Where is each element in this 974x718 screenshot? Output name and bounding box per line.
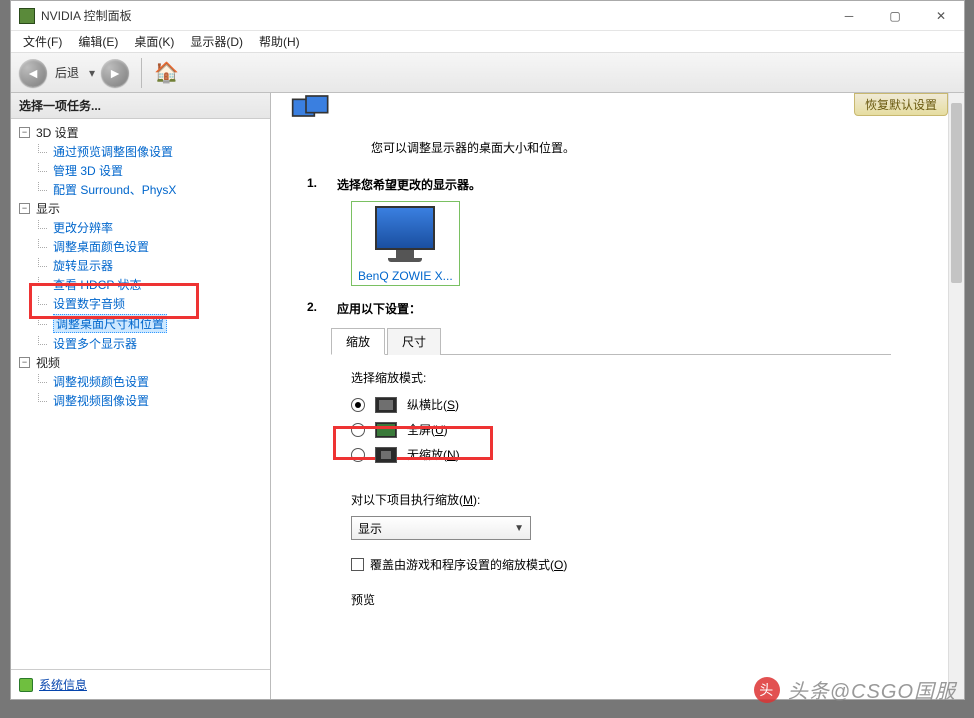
tree-item-video-color[interactable]: 调整视频颜色设置 bbox=[33, 372, 268, 391]
tree-item-desktop-size[interactable]: 调整桌面尺寸和位置 bbox=[33, 313, 268, 334]
nvidia-icon bbox=[19, 8, 35, 24]
menubar: 文件(F) 编辑(E) 桌面(K) 显示器(D) 帮助(H) bbox=[11, 31, 964, 53]
checkbox-icon[interactable] bbox=[351, 558, 364, 571]
body: 选择一项任务... −3D 设置 通过预览调整图像设置 管理 3D 设置 配置 … bbox=[11, 93, 964, 699]
tree-item-multi-display[interactable]: 设置多个显示器 bbox=[33, 334, 268, 353]
tree-item-desktop-color[interactable]: 调整桌面颜色设置 bbox=[33, 237, 268, 256]
radio-aspect-ratio[interactable]: 纵横比(S) bbox=[351, 396, 928, 413]
radio-fullscreen[interactable]: 全屏(U) bbox=[351, 421, 928, 438]
menu-display[interactable]: 显示器(D) bbox=[184, 31, 249, 52]
menu-edit[interactable]: 编辑(E) bbox=[72, 31, 124, 52]
step-1-label: 选择您希望更改的显示器。 bbox=[337, 176, 481, 193]
aspect-ratio-icon bbox=[375, 397, 397, 413]
perform-scaling-label: 对以下项目执行缩放(M): bbox=[351, 491, 928, 508]
tab-size[interactable]: 尺寸 bbox=[387, 328, 441, 355]
collapse-icon[interactable]: − bbox=[19, 203, 30, 214]
task-tree: −3D 设置 通过预览调整图像设置 管理 3D 设置 配置 Surround、P… bbox=[11, 119, 270, 669]
info-icon bbox=[19, 678, 33, 692]
radio-icon[interactable] bbox=[351, 398, 365, 412]
collapse-icon[interactable]: − bbox=[19, 127, 30, 138]
forward-button[interactable]: ► bbox=[101, 59, 129, 87]
sidebar-footer: 系统信息 bbox=[11, 669, 270, 699]
radio-fullscreen-label: 全屏(U) bbox=[407, 421, 448, 438]
app-window: NVIDIA 控制面板 ─ ▢ ✕ 文件(F) 编辑(E) 桌面(K) 显示器(… bbox=[10, 0, 965, 700]
step-1-number: 1. bbox=[307, 176, 327, 193]
content-scroll[interactable]: 您可以调整显示器的桌面大小和位置。 1. 选择您希望更改的显示器。 BenQ Z… bbox=[271, 93, 948, 699]
tree-item-hdcp[interactable]: 查看 HDCP 状态 bbox=[33, 275, 268, 294]
tree-item-surround[interactable]: 配置 Surround、PhysX bbox=[33, 180, 268, 199]
tree-3d-settings[interactable]: −3D 设置 bbox=[17, 123, 268, 142]
toolbar: ◄ 后退 ▾ ► 🏠 bbox=[11, 53, 964, 93]
window-title: NVIDIA 控制面板 bbox=[41, 7, 826, 24]
back-label: 后退 bbox=[55, 64, 79, 81]
tab-scale[interactable]: 缩放 bbox=[331, 328, 385, 355]
monitor-icon bbox=[375, 206, 435, 262]
titlebar: NVIDIA 控制面板 ─ ▢ ✕ bbox=[11, 1, 964, 31]
sidebar-heading: 选择一项任务... bbox=[11, 93, 270, 119]
content-pane: 恢复默认设置 您可以调整显示器的桌面大小和位置。 1. 选择您希望更改的显示器。 bbox=[271, 93, 964, 699]
minimize-button[interactable]: ─ bbox=[826, 1, 872, 31]
preview-label: 预览 bbox=[351, 591, 928, 608]
menu-file[interactable]: 文件(F) bbox=[17, 31, 68, 52]
intro-text: 您可以调整显示器的桌面大小和位置。 bbox=[371, 139, 928, 156]
perform-scaling-dropdown[interactable]: 显示 ▼ bbox=[351, 516, 531, 540]
override-checkbox-row[interactable]: 覆盖由游戏和程序设置的缩放模式(O) bbox=[351, 556, 928, 573]
watermark: 头 头条@CSGO国服 bbox=[754, 675, 956, 704]
monitor-label: BenQ ZOWIE X... bbox=[358, 269, 453, 283]
page-header bbox=[291, 93, 928, 129]
step-2-label: 应用以下设置： bbox=[337, 300, 421, 317]
back-dropdown-icon[interactable]: ▾ bbox=[89, 66, 95, 80]
sidebar: 选择一项任务... −3D 设置 通过预览调整图像设置 管理 3D 设置 配置 … bbox=[11, 93, 271, 699]
watermark-text: 头条@CSGO国服 bbox=[788, 675, 956, 704]
no-scaling-icon bbox=[375, 447, 397, 463]
step-2-number: 2. bbox=[307, 300, 327, 317]
radio-icon[interactable] bbox=[351, 448, 365, 462]
system-info-link[interactable]: 系统信息 bbox=[39, 676, 87, 693]
tree-item-manage-3d[interactable]: 管理 3D 设置 bbox=[33, 161, 268, 180]
radio-no-scaling[interactable]: 无缩放(N) bbox=[351, 446, 928, 463]
scrollbar-thumb[interactable] bbox=[951, 103, 962, 283]
monitors-icon bbox=[291, 93, 331, 129]
close-button[interactable]: ✕ bbox=[918, 1, 964, 31]
dropdown-value: 显示 bbox=[358, 520, 382, 537]
chevron-down-icon: ▼ bbox=[514, 523, 524, 534]
back-button[interactable]: ◄ bbox=[19, 59, 47, 87]
radio-aspect-label: 纵横比(S) bbox=[407, 396, 459, 413]
tree-item-video-image[interactable]: 调整视频图像设置 bbox=[33, 391, 268, 410]
toolbar-separator bbox=[141, 58, 142, 88]
tree-display[interactable]: −显示 bbox=[17, 199, 268, 218]
monitor-selector[interactable]: BenQ ZOWIE X... bbox=[351, 201, 460, 286]
step-1: 1. 选择您希望更改的显示器。 bbox=[307, 176, 928, 193]
watermark-icon: 头 bbox=[754, 677, 780, 703]
radio-noscale-label: 无缩放(N) bbox=[407, 446, 460, 463]
maximize-button[interactable]: ▢ bbox=[872, 1, 918, 31]
home-icon[interactable]: 🏠 bbox=[154, 60, 179, 85]
step-2: 2. 应用以下设置： bbox=[307, 300, 928, 317]
tree-video[interactable]: −视频 bbox=[17, 353, 268, 372]
tree-item-preview-image[interactable]: 通过预览调整图像设置 bbox=[33, 142, 268, 161]
tree-item-digital-audio[interactable]: 设置数字音频 bbox=[33, 294, 268, 313]
override-label: 覆盖由游戏和程序设置的缩放模式(O) bbox=[370, 556, 567, 573]
tree-item-resolution[interactable]: 更改分辨率 bbox=[33, 218, 268, 237]
menu-desktop[interactable]: 桌面(K) bbox=[128, 31, 180, 52]
vertical-scrollbar[interactable] bbox=[948, 93, 964, 699]
radio-icon[interactable] bbox=[351, 423, 365, 437]
tabs: 缩放 尺寸 bbox=[331, 327, 891, 355]
scale-mode-label: 选择缩放模式: bbox=[351, 369, 928, 386]
collapse-icon[interactable]: − bbox=[19, 357, 30, 368]
tree-item-rotate[interactable]: 旋转显示器 bbox=[33, 256, 268, 275]
menu-help[interactable]: 帮助(H) bbox=[253, 31, 306, 52]
fullscreen-icon bbox=[375, 422, 397, 438]
